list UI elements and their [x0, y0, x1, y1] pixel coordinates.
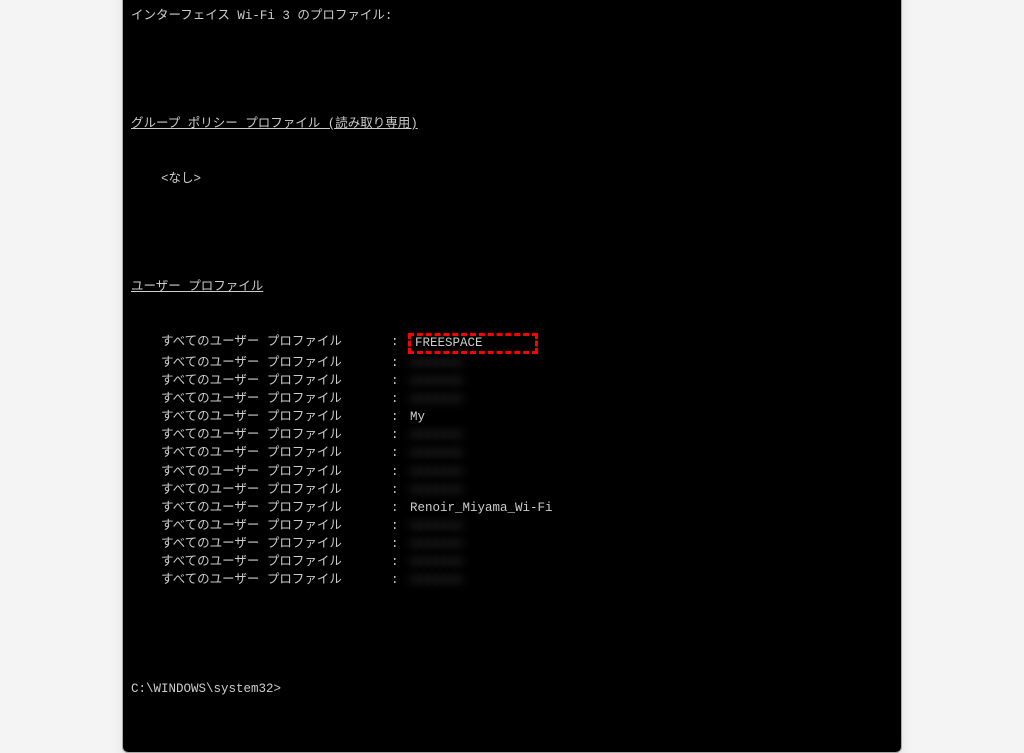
profile-row: すべてのユーザー プロファイル: FREESPACE	[131, 333, 893, 354]
profile-label: すべてのユーザー プロファイル	[131, 463, 391, 481]
profile-value-highlighted: FREESPACE	[408, 333, 538, 354]
profile-row: すべてのユーザー プロファイル: xxxxxxx	[131, 535, 893, 553]
profile-row: すべてのユーザー プロファイル: Renoir_Miyama_Wi-Fi	[131, 499, 893, 517]
profile-row: すべてのユーザー プロファイル: xxxxxxx	[131, 463, 893, 481]
prompt-ready: C:\WINDOWS\system32>	[131, 680, 893, 698]
profile-separator: :	[391, 372, 406, 390]
profile-separator: :	[391, 426, 406, 444]
profile-separator: :	[391, 354, 406, 372]
profile-separator: :	[391, 408, 406, 426]
profile-value: xxxxxxx	[410, 390, 463, 408]
profile-row: すべてのユーザー プロファイル: xxxxxxx	[131, 390, 893, 408]
profiles-list: すべてのユーザー プロファイル: FREESPACEすべてのユーザー プロファイ…	[131, 333, 893, 590]
profile-value: xxxxxxx	[410, 517, 463, 535]
profile-row: すべてのユーザー プロファイル: xxxxxxx	[131, 571, 893, 589]
profile-value: xxxxxxx	[410, 444, 463, 462]
profile-value: xxxxxxx	[410, 535, 463, 553]
group-policy-header: グループ ポリシー プロファイル (読み取り専用)	[131, 115, 893, 133]
profile-separator: :	[391, 444, 406, 462]
profile-label: すべてのユーザー プロファイル	[131, 481, 391, 499]
profile-row: すべてのユーザー プロファイル: xxxxxxx	[131, 426, 893, 444]
profile-separator: :	[391, 571, 406, 589]
profile-separator: :	[391, 333, 406, 354]
profile-value: xxxxxxx	[410, 372, 463, 390]
profile-label: すべてのユーザー プロファイル	[131, 499, 391, 517]
profile-separator: :	[391, 517, 406, 535]
interface-header: インターフェイス Wi-Fi 3 のプロファイル:	[131, 7, 893, 25]
terminal-output[interactable]: C:\WINDOWS\system32>netsh wlan show prof…	[123, 0, 901, 752]
profile-separator: :	[391, 463, 406, 481]
profile-label: すべてのユーザー プロファイル	[131, 372, 391, 390]
profile-value: xxxxxxx	[410, 553, 463, 571]
profile-separator: :	[391, 481, 406, 499]
profile-label: すべてのユーザー プロファイル	[131, 390, 391, 408]
profile-row: すべてのユーザー プロファイル: My	[131, 408, 893, 426]
profile-label: すべてのユーザー プロファイル	[131, 354, 391, 372]
profile-separator: :	[391, 390, 406, 408]
profile-value: xxxxxxx	[410, 426, 463, 444]
profile-row: すべてのユーザー プロファイル: xxxxxxx	[131, 481, 893, 499]
profile-separator: :	[391, 499, 406, 517]
profile-row: すべてのユーザー プロファイル: xxxxxxx	[131, 444, 893, 462]
profile-value: xxxxxxx	[410, 354, 463, 372]
profile-row: すべてのユーザー プロファイル: xxxxxxx	[131, 372, 893, 390]
profile-label: すべてのユーザー プロファイル	[131, 444, 391, 462]
profile-separator: :	[391, 553, 406, 571]
command-prompt-window: 選択管理者: コマンド プロンプト C:\WINDOWS\system32>ne…	[122, 0, 902, 753]
profile-value: Renoir_Miyama_Wi-Fi	[410, 499, 553, 517]
profile-row: すべてのユーザー プロファイル: xxxxxxx	[131, 354, 893, 372]
profile-label: すべてのユーザー プロファイル	[131, 553, 391, 571]
profile-label: すべてのユーザー プロファイル	[131, 517, 391, 535]
profile-value: xxxxxxx	[410, 463, 463, 481]
profile-value: xxxxxxx	[410, 571, 463, 589]
profile-label: すべてのユーザー プロファイル	[131, 571, 391, 589]
profile-separator: :	[391, 535, 406, 553]
profile-value: My	[410, 408, 425, 426]
profile-label: すべてのユーザー プロファイル	[131, 333, 391, 354]
profile-label: すべてのユーザー プロファイル	[131, 426, 391, 444]
profile-label: すべてのユーザー プロファイル	[131, 408, 391, 426]
profile-label: すべてのユーザー プロファイル	[131, 535, 391, 553]
none-label: <なし>	[131, 170, 893, 188]
profile-value: xxxxxxx	[410, 481, 463, 499]
profile-row: すべてのユーザー プロファイル: xxxxxxx	[131, 553, 893, 571]
user-profiles-header: ユーザー プロファイル	[131, 278, 893, 296]
profile-row: すべてのユーザー プロファイル: xxxxxxx	[131, 517, 893, 535]
